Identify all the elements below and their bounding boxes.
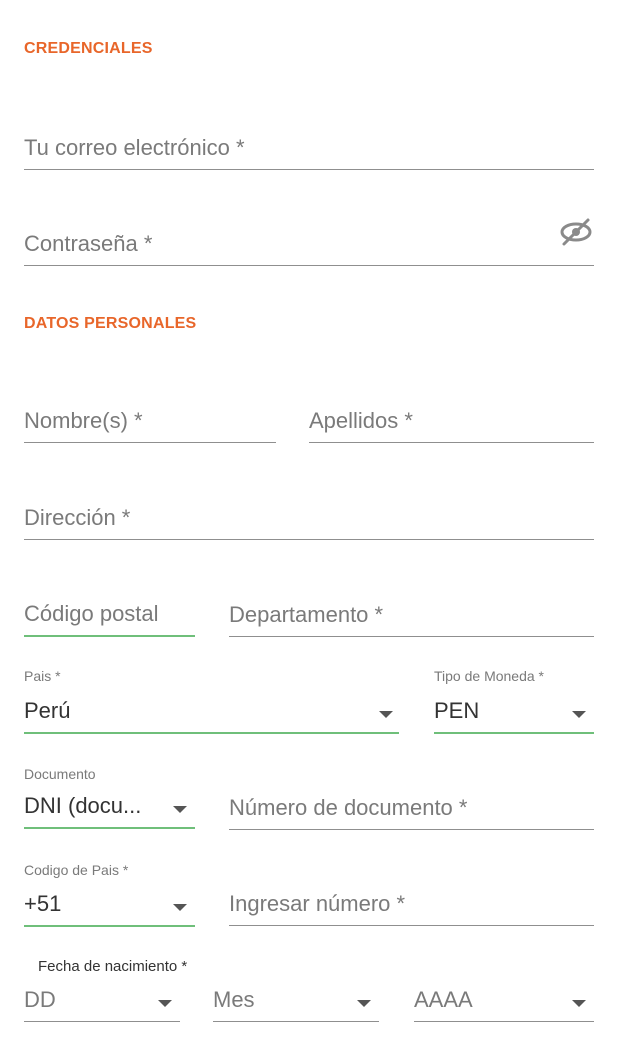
chevron-down-icon: [173, 806, 187, 813]
department-placeholder: Departamento *: [229, 602, 384, 627]
country-value: Perú: [24, 698, 71, 723]
currency-select[interactable]: Tipo de Moneda * PEN: [434, 664, 594, 734]
password-field[interactable]: Contraseña *: [24, 205, 594, 266]
document-type-value: DNI (docu...: [24, 793, 142, 818]
birth-year-select[interactable]: AAAA: [414, 976, 594, 1022]
country-select[interactable]: Pais * Perú: [24, 664, 399, 734]
last-name-field[interactable]: Apellidos *: [309, 383, 594, 443]
chevron-down-icon: [158, 1000, 172, 1007]
chevron-down-icon: [572, 711, 586, 718]
postal-code-placeholder: Código postal: [24, 601, 159, 626]
postal-code-field[interactable]: Código postal: [24, 576, 195, 637]
currency-label: Tipo de Moneda *: [434, 668, 544, 684]
credentials-title: CREDENCIALES: [24, 40, 153, 57]
birth-date-label: Fecha de nacimiento *: [38, 958, 188, 975]
last-name-placeholder: Apellidos *: [309, 408, 413, 433]
first-name-field[interactable]: Nombre(s) *: [24, 383, 276, 443]
birth-month-value: Mes: [213, 987, 255, 1012]
currency-value: PEN: [434, 698, 480, 723]
personal-data-title: DATOS PERSONALES: [24, 315, 197, 332]
chevron-down-icon: [357, 1000, 371, 1007]
phone-number-placeholder: Ingresar número *: [229, 891, 406, 916]
birth-day-value: DD: [24, 987, 56, 1012]
password-placeholder: Contraseña *: [24, 231, 153, 256]
document-number-placeholder: Número de documento *: [229, 795, 468, 820]
address-field[interactable]: Dirección *: [24, 480, 594, 540]
email-placeholder: Tu correo electrónico *: [24, 135, 245, 160]
chevron-down-icon: [572, 1000, 586, 1007]
address-placeholder: Dirección *: [24, 505, 131, 530]
birth-day-select[interactable]: DD: [24, 976, 180, 1022]
country-code-value: +51: [24, 891, 62, 916]
country-label: Pais *: [24, 668, 61, 684]
document-number-field[interactable]: Número de documento *: [229, 770, 594, 830]
chevron-down-icon: [379, 711, 393, 718]
birth-year-value: AAAA: [414, 987, 473, 1012]
document-type-select[interactable]: Documento DNI (docu...: [24, 762, 195, 829]
country-code-label: Codigo de Pais *: [24, 862, 129, 878]
email-field[interactable]: Tu correo electrónico *: [24, 110, 594, 170]
first-name-placeholder: Nombre(s) *: [24, 408, 143, 433]
eye-slash-icon[interactable]: [558, 217, 594, 247]
country-code-select[interactable]: Codigo de Pais * +51: [24, 858, 195, 927]
department-field[interactable]: Departamento *: [229, 576, 594, 637]
birth-month-select[interactable]: Mes: [213, 976, 379, 1022]
document-label: Documento: [24, 766, 96, 782]
phone-number-field[interactable]: Ingresar número *: [229, 866, 594, 926]
chevron-down-icon: [173, 904, 187, 911]
